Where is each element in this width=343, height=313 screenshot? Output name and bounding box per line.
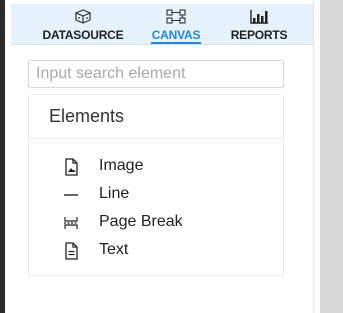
line-icon <box>64 194 78 196</box>
tab-datasource-label: DATASOURCE <box>42 28 124 42</box>
tab-bar: DATASOURCE CANVAS REPORTS <box>11 4 313 45</box>
bar-chart-icon <box>250 10 268 24</box>
element-item-line[interactable]: Line <box>29 181 283 209</box>
left-edge-bar <box>0 0 5 313</box>
text-file-icon <box>65 242 78 260</box>
element-item-label: Image <box>99 157 144 174</box>
tab-reports-label: REPORTS <box>230 28 288 42</box>
element-item-label: Line <box>99 185 130 202</box>
element-search-input[interactable] <box>28 60 284 88</box>
elements-panel: Elements Image Line Page Break Text <box>28 94 284 276</box>
element-item-label: Page Break <box>99 213 183 230</box>
flowchart-icon <box>166 9 186 24</box>
database-icon <box>74 9 92 24</box>
image-file-icon <box>65 158 78 176</box>
tab-canvas-label: CANVAS <box>151 28 201 42</box>
element-item-page-break[interactable]: Page Break <box>29 209 283 237</box>
elements-panel-title: Elements <box>29 95 283 139</box>
element-item-image[interactable]: Image <box>29 153 283 181</box>
element-list: Image Line Page Break Text <box>29 153 283 265</box>
element-item-label: Text <box>99 241 129 258</box>
canvas-gutter <box>320 0 343 313</box>
tab-canvas[interactable]: CANVAS <box>148 4 204 44</box>
tab-datasource[interactable]: DATASOURCE <box>38 4 128 44</box>
panel-divider <box>313 0 314 313</box>
element-item-text[interactable]: Text <box>29 237 283 265</box>
active-tab-indicator <box>151 42 201 44</box>
tab-reports[interactable]: REPORTS <box>225 4 293 44</box>
page-break-icon <box>64 217 78 229</box>
